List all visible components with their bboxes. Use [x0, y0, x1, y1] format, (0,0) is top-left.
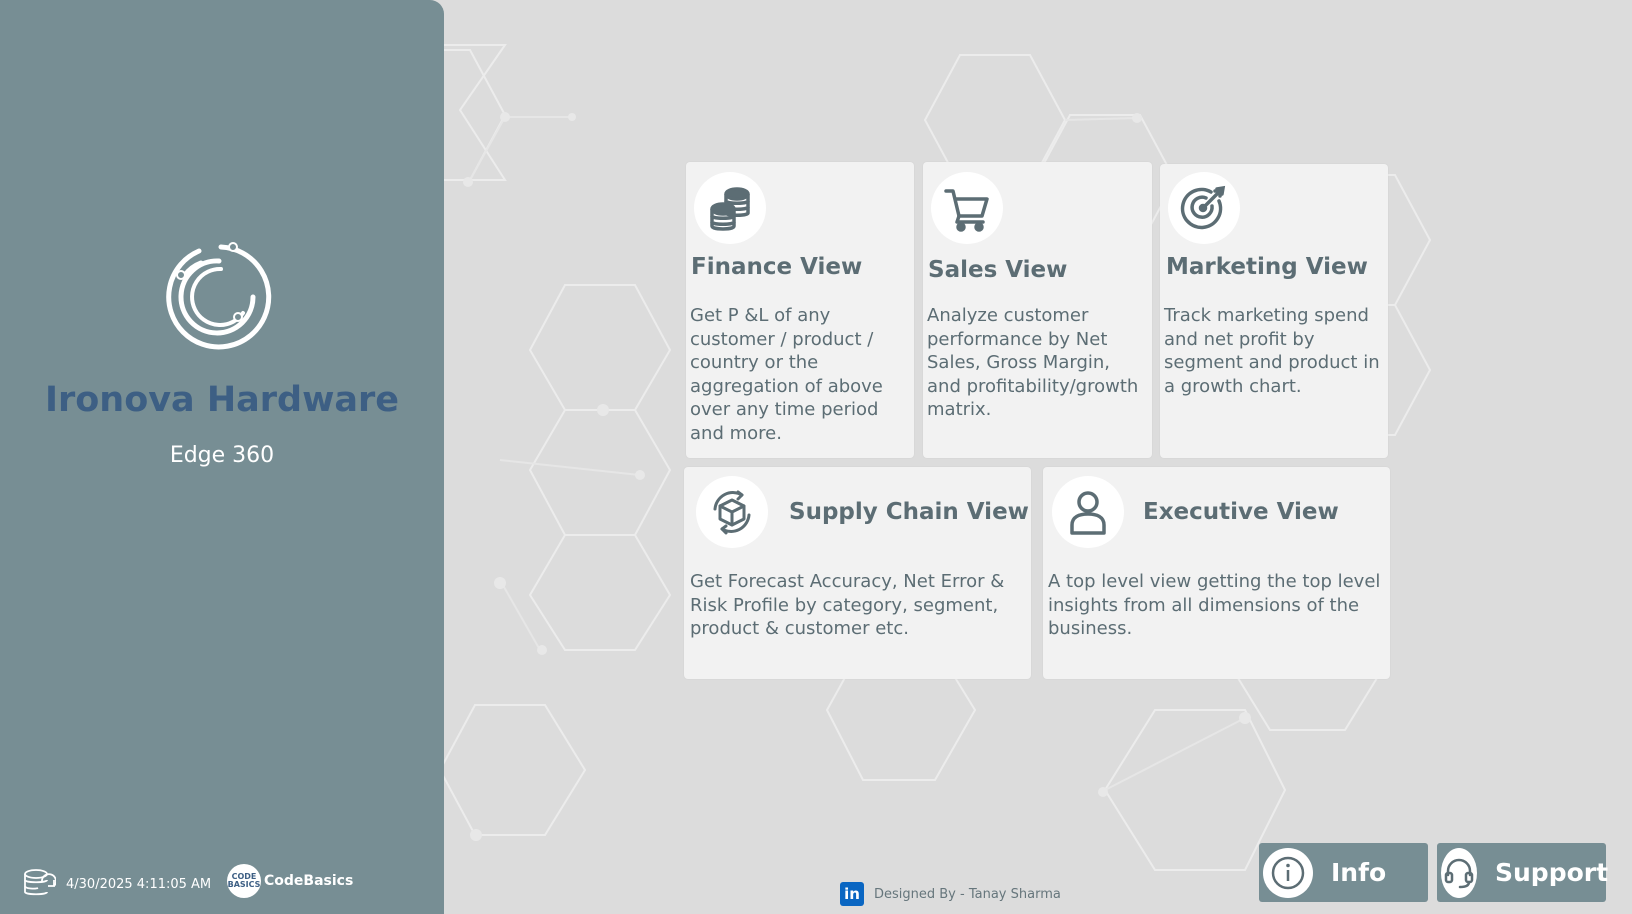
support-button-label: Support	[1495, 858, 1609, 887]
card-title: Supply Chain View	[789, 499, 1029, 525]
card-description: Track marketing spend and net profit by …	[1164, 305, 1380, 397]
linkedin-icon[interactable]: in	[840, 882, 864, 906]
codebasics-logo: CODE BASICS	[227, 864, 261, 898]
data-refresh-icon	[24, 869, 56, 896]
executive-view-card[interactable]: Executive View A top level view getting …	[1043, 467, 1390, 679]
card-description: Analyze customer performance by Net Sale…	[927, 305, 1139, 420]
card-title: Finance View	[691, 254, 863, 280]
card-description: Get Forecast Accuracy, Net Error & Risk …	[690, 571, 1005, 639]
card-title: Executive View	[1143, 499, 1339, 525]
brand-subtitle: Edge 360	[169, 443, 275, 468]
designer-credit[interactable]: in Designed By - Tanay Sharma	[840, 882, 1061, 906]
sales-view-card[interactable]: Sales View Analyze customer performance …	[923, 162, 1152, 458]
marketing-view-card[interactable]: Marketing View Track marketing spend and…	[1160, 164, 1388, 458]
brand-logo-icon	[166, 242, 272, 350]
brand-sidebar: Ironova Hardware Edge 360 4/30/2025 4:11…	[0, 0, 444, 914]
supply-box-icon	[696, 476, 768, 548]
target-icon	[1168, 172, 1240, 244]
person-icon	[1052, 476, 1124, 548]
info-button[interactable]: Info	[1259, 843, 1428, 902]
card-description: Get P &L of any customer / product / cou…	[690, 305, 883, 444]
last-refresh-time: 4/30/2025 4:11:05 AM	[66, 877, 212, 892]
support-button[interactable]: Support	[1437, 843, 1609, 902]
info-icon	[1263, 847, 1313, 898]
cart-icon	[931, 172, 1003, 244]
coins-icon	[694, 172, 766, 244]
card-title: Sales View	[928, 257, 1068, 283]
designer-label: Designed By - Tanay Sharma	[874, 886, 1061, 902]
headset-icon	[1441, 847, 1477, 898]
card-description: A top level view getting the top level i…	[1048, 571, 1381, 639]
info-button-label: Info	[1331, 858, 1387, 887]
finance-view-card[interactable]: Finance View Get P &L of any customer / …	[686, 162, 914, 458]
card-title: Marketing View	[1166, 254, 1368, 280]
supply-chain-view-card[interactable]: Supply Chain View Get Forecast Accuracy,…	[684, 467, 1031, 679]
codebasics-label: CodeBasics	[264, 873, 354, 889]
brand-title: Ironova Hardware	[44, 380, 400, 420]
